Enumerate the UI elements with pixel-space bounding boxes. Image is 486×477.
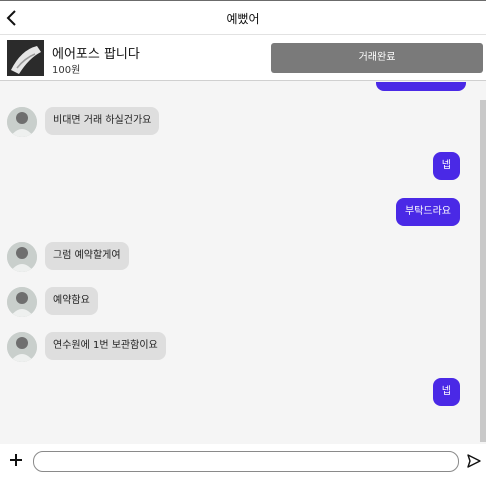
- chat-scrollbar[interactable]: [480, 100, 486, 442]
- avatar[interactable]: [7, 107, 37, 137]
- avatar[interactable]: [7, 242, 37, 272]
- message-bubble-incoming: 연수원에 1번 보관함이요: [45, 332, 166, 360]
- product-bar: 에어포스 팝니다 100원 거래완료: [0, 34, 486, 81]
- message-bubble-incoming: 예약함요: [45, 287, 98, 315]
- message-bubble-outgoing: 넵: [432, 378, 460, 406]
- message-bubble-partial: [376, 82, 466, 91]
- product-price: 100원: [52, 65, 81, 76]
- message-bubble-outgoing: 넵: [432, 152, 460, 180]
- avatar[interactable]: [7, 287, 37, 317]
- avatar[interactable]: [7, 332, 37, 362]
- chat-area[interactable]: 비대면 거래 하실건가요 넵 부탁드라요 그럼 예약할게여 예약함요 연수원에 …: [0, 82, 486, 444]
- trade-complete-button[interactable]: 거래완료: [271, 43, 483, 73]
- message-input[interactable]: [33, 451, 459, 472]
- message-bubble-incoming: 그럼 예약할게여: [45, 242, 129, 270]
- product-name: 에어포스 팝니다: [52, 47, 140, 62]
- page-title: 예뻤어: [226, 12, 260, 26]
- product-thumbnail[interactable]: [7, 40, 44, 76]
- message-bubble-incoming: 비대면 거래 하실건가요: [45, 107, 160, 135]
- plus-icon[interactable]: [9, 450, 23, 470]
- send-icon[interactable]: [467, 454, 481, 468]
- composer-bar: [0, 444, 486, 477]
- top-bar: 예뻤어: [0, 0, 486, 34]
- message-bubble-outgoing: 부탁드라요: [396, 198, 460, 226]
